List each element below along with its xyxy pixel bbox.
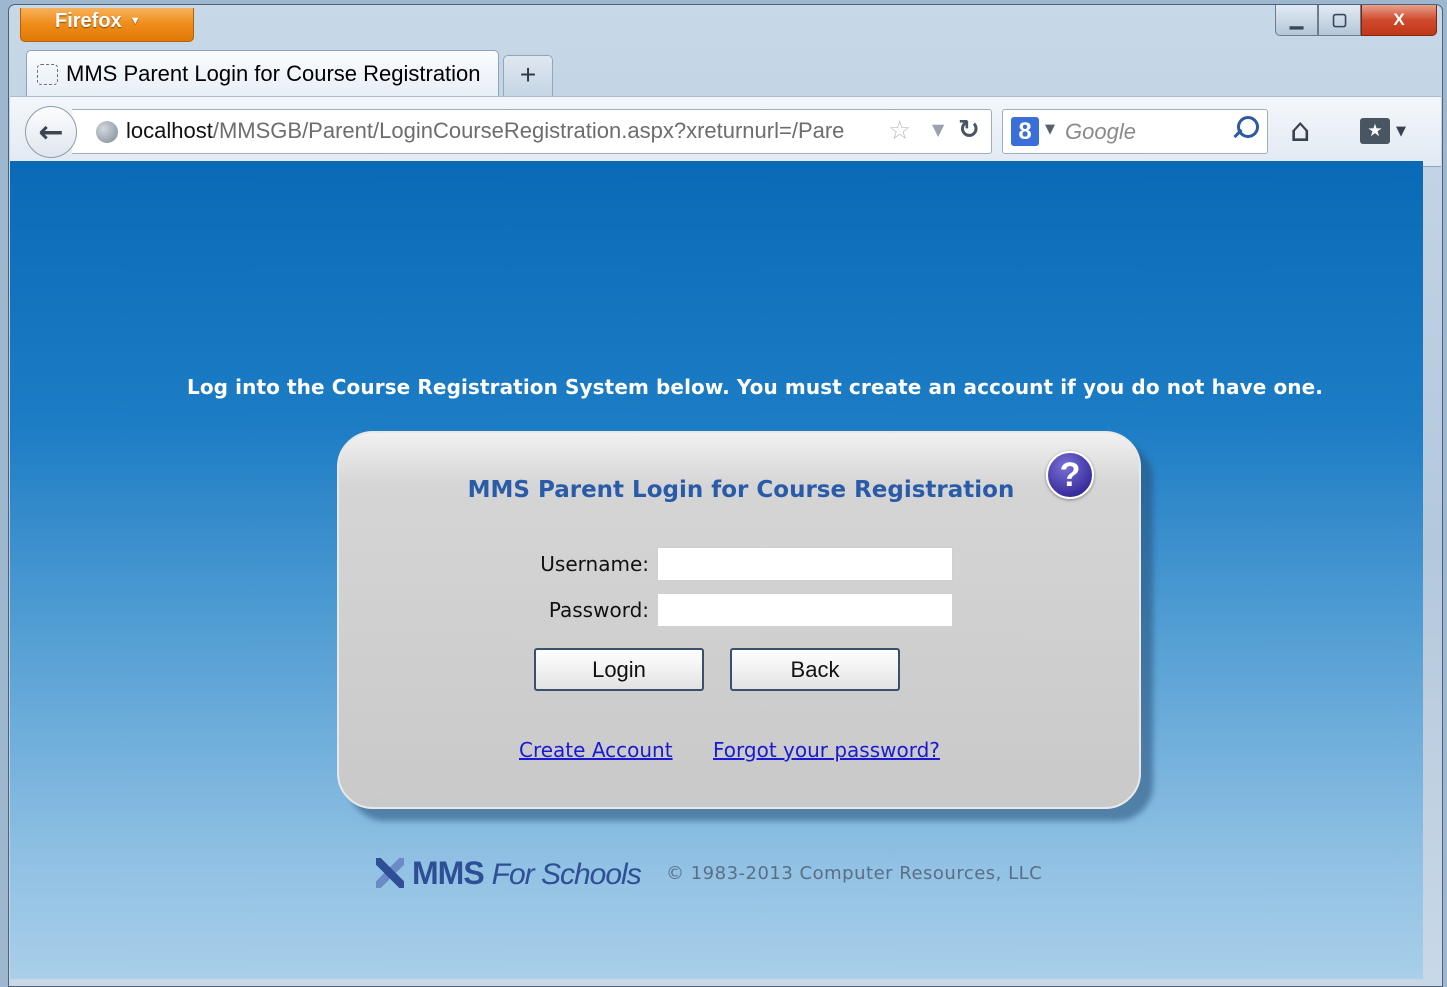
back-arrow-icon: ←: [38, 114, 64, 150]
search-bar[interactable]: 8 ▼ Google: [1002, 109, 1268, 154]
search-placeholder: Google: [1065, 119, 1136, 144]
home-icon[interactable]: ⌂: [1290, 111, 1310, 149]
history-dropdown-icon[interactable]: ▼: [932, 120, 944, 139]
forgot-password-link[interactable]: Forgot your password?: [713, 738, 940, 762]
firefox-menu-button[interactable]: Firefox ▼: [20, 8, 194, 42]
close-icon: X: [1393, 10, 1405, 29]
window-controls: ▁ ▢ X: [1275, 5, 1437, 37]
reload-icon[interactable]: ↻: [958, 115, 980, 145]
bookmarks-caret-icon[interactable]: ▼: [1396, 124, 1406, 139]
mms-logo-mark-icon: [376, 858, 404, 888]
url-bar[interactable]: localhost/MMSGB/Parent/LoginCourseRegist…: [72, 109, 992, 154]
page-content: Log into the Course Registration System …: [10, 161, 1423, 979]
dashed-square-icon: [37, 63, 58, 85]
username-label: Username:: [540, 552, 649, 576]
minimize-icon: ▁: [1289, 10, 1304, 29]
logo-mms-text: MMS: [412, 855, 485, 891]
close-window-button[interactable]: X: [1361, 5, 1437, 36]
maximize-button[interactable]: ▢: [1318, 5, 1361, 36]
navigation-toolbar: localhost/MMSGB/Parent/LoginCourseRegist…: [10, 96, 1441, 167]
create-account-link[interactable]: Create Account: [519, 738, 673, 762]
password-label: Password:: [548, 598, 649, 622]
magnifier-icon[interactable]: [1237, 116, 1259, 138]
firefox-menu-label: Firefox: [55, 10, 122, 32]
login-panel: ? MMS Parent Login for Course Registrati…: [337, 431, 1141, 809]
password-input[interactable]: [657, 593, 953, 627]
url-path: /MMSGB/Parent/LoginCourseRegistration.as…: [212, 118, 845, 143]
login-button[interactable]: Login: [534, 648, 704, 691]
star-icon[interactable]: ☆: [888, 116, 911, 146]
new-tab-button[interactable]: +: [503, 55, 553, 97]
google-plus-icon[interactable]: 8: [1011, 117, 1039, 146]
minimize-button[interactable]: ▁: [1275, 5, 1318, 36]
url-host: localhost: [126, 118, 213, 143]
tab-active[interactable]: MMS Parent Login for Course Registration: [26, 50, 499, 97]
tab-title: MMS Parent Login for Course Registration: [66, 61, 481, 86]
logo-for-schools-text: For Schools: [491, 858, 642, 891]
url-text[interactable]: localhost/MMSGB/Parent/LoginCourseRegist…: [126, 118, 886, 144]
login-panel-title: MMS Parent Login for Course Registration: [467, 477, 1015, 503]
back-page-button[interactable]: Back: [730, 648, 900, 691]
mms-logo: MMS For Schools: [376, 855, 642, 892]
firefox-menu-caret-icon: ▼: [129, 15, 141, 27]
plus-icon: +: [519, 59, 537, 90]
copyright-text: © 1983-2013 Computer Resources, LLC: [666, 863, 1043, 884]
globe-icon: [96, 121, 118, 143]
search-engine-caret-icon[interactable]: ▼: [1045, 122, 1055, 137]
maximize-icon: ▢: [1331, 10, 1348, 29]
bookmarks-icon[interactable]: ★: [1360, 118, 1390, 144]
back-button[interactable]: ←: [25, 106, 77, 158]
username-input[interactable]: [657, 547, 953, 581]
instruction-text: Log into the Course Registration System …: [187, 375, 1323, 399]
